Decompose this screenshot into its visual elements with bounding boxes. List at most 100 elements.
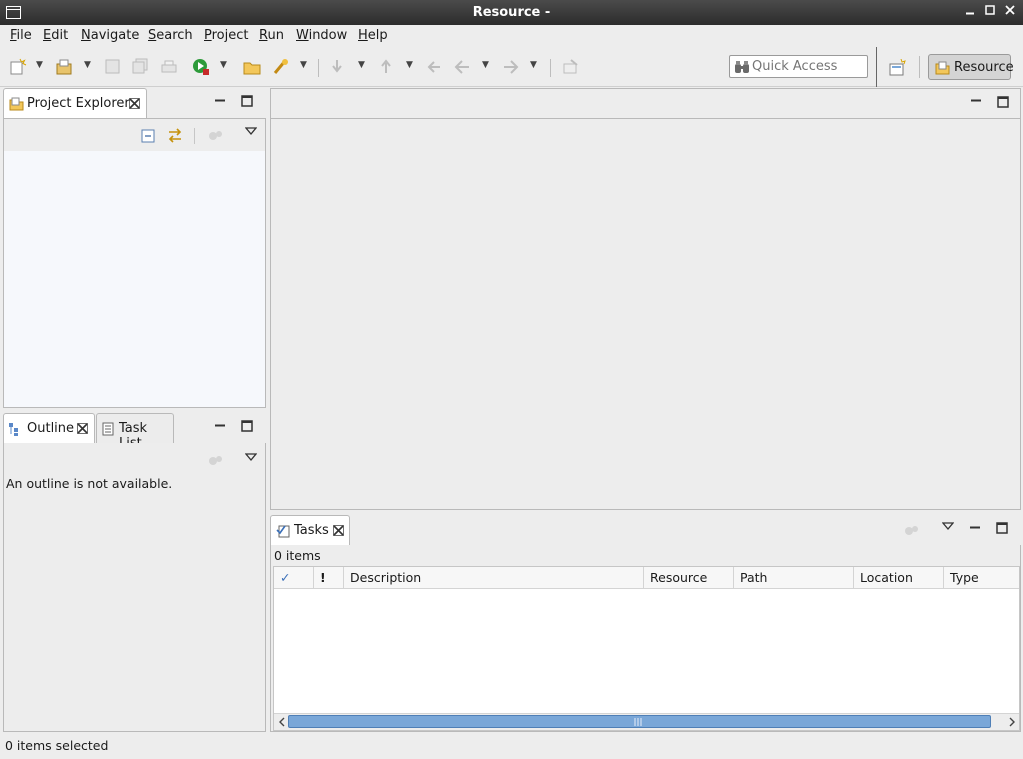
open-type-dropdown-icon[interactable]: ▼ (300, 60, 307, 70)
menu-run[interactable]: Run (259, 28, 284, 43)
close-view-icon[interactable] (129, 98, 140, 109)
minimize-icon[interactable] (214, 420, 226, 432)
outline-message: An outline is not available. (6, 476, 173, 491)
close-view-icon[interactable] (77, 423, 88, 434)
menu-label: earch (156, 28, 193, 43)
window-title: Resource - (472, 5, 551, 20)
maximize-icon[interactable] (996, 522, 1008, 534)
menu-label: dit (51, 28, 69, 43)
maximize-window-button[interactable] (981, 3, 999, 21)
new-project-dropdown-icon[interactable]: ▼ (84, 60, 91, 70)
menu-edit[interactable]: Edit (43, 28, 68, 43)
tab-project-explorer[interactable]: Project Explorer (3, 88, 147, 119)
view-menu-icon[interactable] (245, 452, 257, 462)
menu-mnemonic: P (204, 28, 212, 43)
save-icon[interactable] (104, 58, 122, 76)
column-header-completed[interactable]: ✓ (274, 567, 314, 589)
menu-mnemonic: W (296, 28, 309, 43)
link-with-editor-icon[interactable] (167, 128, 183, 143)
quick-access-field[interactable] (729, 55, 868, 78)
print-icon[interactable] (160, 58, 178, 76)
view-menu-icon[interactable] (942, 521, 954, 531)
tasks-table: ✓ ! Description Resource Path Location T… (273, 566, 1020, 731)
new-icon[interactable] (9, 58, 27, 76)
toolbar-separator (194, 128, 195, 144)
save-all-icon[interactable] (132, 58, 150, 76)
toolbar-separator (919, 56, 920, 78)
tab-label: Tasks (294, 523, 329, 538)
table-header: ✓ ! Description Resource Path Location T… (274, 567, 1019, 589)
column-header-path[interactable]: Path (734, 567, 854, 589)
collapse-all-icon[interactable] (141, 129, 155, 143)
previous-annotation-icon[interactable] (378, 58, 396, 76)
menu-navigate[interactable]: Navigate (81, 28, 139, 43)
tab-task-list[interactable]: Task List (96, 413, 174, 451)
menu-label: un (267, 28, 284, 43)
focus-on-active-task-icon[interactable] (208, 454, 224, 468)
back-icon[interactable] (454, 58, 472, 76)
menu-label: elp (367, 28, 388, 43)
menu-mnemonic: N (81, 28, 91, 43)
outline-view: Outline Task List An outline is not avai… (3, 413, 266, 732)
tab-outline[interactable]: Outline (3, 413, 95, 444)
close-view-icon[interactable] (333, 525, 344, 536)
run-dropdown-icon[interactable]: ▼ (220, 60, 227, 70)
open-folder-icon[interactable] (243, 58, 261, 76)
toolbar-separator (550, 59, 551, 77)
new-dropdown-icon[interactable]: ▼ (36, 60, 43, 70)
next-annotation-icon[interactable] (329, 58, 347, 76)
task-list-icon (102, 422, 114, 436)
scroll-left-icon[interactable] (277, 717, 287, 727)
open-perspective-icon[interactable] (889, 59, 906, 76)
quick-access-input[interactable] (752, 58, 864, 75)
previous-annotation-dropdown-icon[interactable]: ▼ (406, 60, 413, 70)
resource-perspective-button[interactable]: Resource (928, 54, 1014, 80)
pin-editor-icon[interactable] (562, 58, 580, 76)
view-menu-icon[interactable] (245, 126, 257, 136)
tab-label: Outline (27, 421, 75, 436)
menu-file[interactable]: File (10, 28, 32, 43)
column-header-location[interactable]: Location (854, 567, 944, 589)
project-explorer-icon (9, 97, 24, 111)
menu-label: indow (308, 28, 348, 43)
menu-label: avigate (90, 28, 140, 43)
new-project-icon[interactable] (56, 58, 74, 76)
menu-bar: File Edit Navigate Search Project Run Wi… (0, 25, 1023, 47)
column-header-type[interactable]: Type (944, 567, 1019, 589)
scrollbar-grip-icon (634, 718, 642, 726)
menu-window[interactable]: Window (296, 28, 347, 43)
scrollbar-thumb[interactable] (288, 715, 991, 728)
maximize-icon[interactable] (241, 420, 253, 432)
menu-project[interactable]: Project (204, 28, 249, 43)
maximize-icon (985, 5, 995, 15)
minimize-icon[interactable] (969, 522, 981, 534)
horizontal-scrollbar[interactable] (274, 713, 1019, 730)
next-annotation-dropdown-icon[interactable]: ▼ (358, 60, 365, 70)
column-header-description[interactable]: Description (344, 567, 644, 589)
tab-tasks[interactable]: Tasks (270, 515, 350, 546)
forward-dropdown-icon[interactable]: ▼ (530, 60, 537, 70)
last-edit-icon[interactable] (426, 58, 444, 76)
tab-label: Project Explorer (27, 96, 130, 111)
maximize-icon[interactable] (997, 96, 1009, 108)
column-header-priority[interactable]: ! (314, 567, 344, 589)
forward-icon[interactable] (502, 58, 520, 76)
scroll-right-icon[interactable] (1007, 717, 1017, 727)
minimize-icon[interactable] (970, 95, 982, 107)
maximize-icon[interactable] (241, 95, 253, 107)
menu-search[interactable]: Search (148, 28, 193, 43)
run-icon[interactable] (192, 58, 210, 76)
perspective-separator (876, 47, 877, 87)
minimize-icon[interactable] (214, 95, 226, 107)
focus-on-active-task-icon[interactable] (208, 129, 224, 143)
minimize-window-button[interactable] (961, 3, 979, 21)
project-explorer-panel (3, 118, 266, 408)
tasks-panel: 0 items ✓ ! Description Resource Path Lo… (270, 545, 1021, 732)
close-window-button[interactable] (1001, 3, 1019, 21)
menu-help[interactable]: Help (358, 28, 388, 43)
open-type-icon[interactable] (272, 58, 290, 76)
close-icon (1005, 5, 1015, 15)
column-header-resource[interactable]: Resource (644, 567, 734, 589)
back-dropdown-icon[interactable]: ▼ (482, 60, 489, 70)
focus-on-active-task-icon[interactable] (904, 524, 920, 538)
